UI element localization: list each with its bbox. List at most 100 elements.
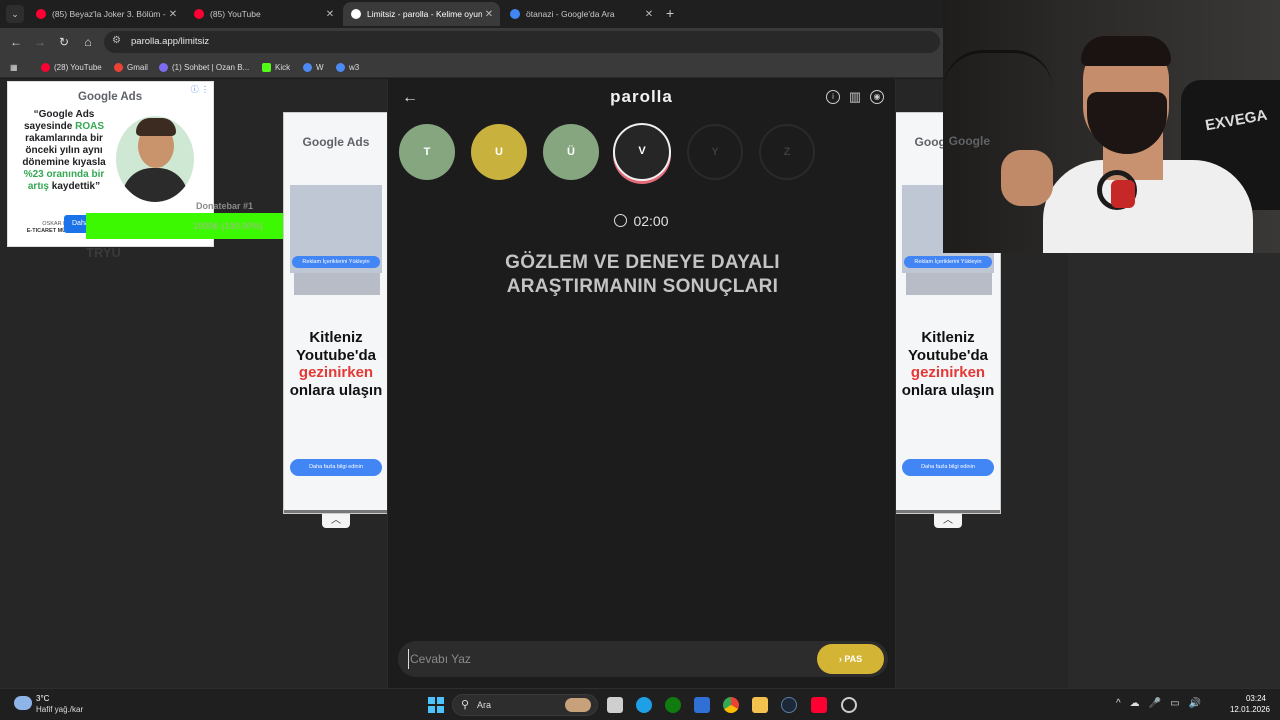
chevron-right-icon: › (838, 654, 842, 664)
side-ad-left[interactable]: Google Ads Reklam İçeriklerini Yükleyin … (283, 112, 389, 514)
file-explorer-icon[interactable] (752, 697, 768, 713)
google-ads-logo: Google Ads (78, 91, 143, 103)
letter-circle-t: T (399, 124, 455, 180)
answer-input[interactable] (408, 649, 808, 669)
profile-icon[interactable]: ◉ (870, 90, 884, 104)
forward-icon[interactable]: → (32, 34, 48, 50)
obs-icon[interactable] (841, 697, 857, 713)
tab-beyaz-joker[interactable]: (85) Beyaz'la Joker 3. Bölüm - Y ✕ (28, 2, 184, 26)
kick-favicon-icon (262, 62, 271, 72)
bookmark-w[interactable]: W (303, 61, 324, 73)
close-tab-icon[interactable]: ✕ (323, 9, 337, 20)
ad-headline: Kitleniz Youtube'da gezinirken onlara ulaşı… (901, 329, 995, 399)
bookmark-label: Gmail (127, 62, 148, 72)
bookmark-kick[interactable]: Kick (262, 61, 290, 73)
address-bar[interactable]: ⚙ parolla.app/limitsiz (104, 31, 940, 53)
home-icon[interactable]: ⌂ (80, 34, 96, 50)
steam-icon[interactable] (781, 697, 797, 713)
youtube-app-icon[interactable] (811, 697, 827, 713)
tab-youtube[interactable]: (85) YouTube ✕ (186, 2, 341, 26)
youtube-favicon-icon (41, 62, 50, 72)
ad-chip: Reklam İçeriklerini Yükleyin (292, 256, 380, 268)
reload-icon[interactable]: ↻ (56, 34, 72, 50)
clothes-rack (943, 50, 1053, 140)
task-view-icon[interactable] (607, 697, 623, 713)
letter-circle-z: Z (759, 124, 815, 180)
ad-cta-button[interactable]: Daha fazla bilgi edinin (902, 459, 994, 476)
bookmark-w3[interactable]: w3 (336, 61, 359, 73)
search-label: Ara (477, 700, 492, 710)
ad-info-icon[interactable]: ⓘ ⋮ (191, 84, 209, 95)
close-tab-icon[interactable]: ✕ (482, 9, 496, 20)
twitch-favicon-icon (159, 62, 168, 72)
letter-circle-v-current: V (613, 123, 671, 181)
clock-icon (614, 214, 628, 227)
clock-time[interactable]: 03:24 (1246, 694, 1266, 703)
weather-description[interactable]: Hafif yağ./kar (36, 705, 83, 714)
timer-value: 02:00 (633, 213, 669, 229)
gmail-favicon-icon (114, 62, 123, 72)
page-background-right (1068, 253, 1280, 688)
close-tab-icon[interactable]: ✕ (166, 9, 180, 20)
bookmark-gmail[interactable]: Gmail (114, 61, 148, 73)
tab-title: (85) Beyaz'la Joker 3. Bölüm - Y (52, 9, 166, 19)
w-favicon-icon (303, 62, 312, 72)
google-favicon-icon (510, 9, 520, 19)
url-text[interactable]: parolla.app/limitsiz (131, 36, 209, 47)
bookmark-youtube[interactable]: (28) YouTube (41, 61, 102, 73)
tab-search-button[interactable]: ⌄ (6, 5, 24, 23)
xbox-icon[interactable] (665, 697, 681, 713)
new-tab-button[interactable]: + (666, 6, 674, 20)
tab-google-search[interactable]: ötanazi - Google'da Ara ✕ (502, 2, 660, 26)
ad-phone-image (294, 273, 380, 295)
bookmark-label: W (316, 62, 324, 72)
bookmarks-bar: ▦ (28) YouTube Gmail (1) Sohbet | Ozan B… (0, 56, 943, 78)
answer-bar: › PAS (398, 641, 888, 677)
apps-grid-icon[interactable]: ▦ (10, 61, 18, 73)
collapse-ad-chevron-icon[interactable]: ︿ (322, 514, 350, 528)
webcam-overlay: EXVEGA Google (943, 0, 1280, 253)
stats-icon[interactable]: ▥ (848, 90, 862, 104)
letter-circle-u: U (471, 124, 527, 180)
parolla-favicon-icon (351, 9, 361, 19)
search-icon: ⚲ (461, 699, 470, 711)
youtube-favicon-icon (36, 9, 46, 19)
tab-title: (85) YouTube (210, 9, 261, 19)
pass-button[interactable]: › PAS (817, 644, 884, 674)
back-icon[interactable]: ← (8, 34, 24, 50)
bookmark-sohbet[interactable]: (1) Sohbet | Ozan B... (159, 61, 249, 73)
tab-parolla[interactable]: Limitsiz - parolla - Kelime oyun ✕ (343, 2, 500, 26)
streamer-hand (1001, 150, 1053, 206)
tab-strip: ⌄ (85) Beyaz'la Joker 3. Bölüm - Y ✕ (85… (0, 0, 943, 28)
bookmark-label: (1) Sohbet | Ozan B... (172, 62, 250, 72)
parolla-logo: parolla (610, 87, 673, 106)
parolla-game: ← parolla i ▥ ◉ T U Ü V Y Z 02:00 GÖZLEM… (387, 79, 896, 688)
overlay-tryu-text: TRYU (86, 245, 121, 260)
windows-taskbar: 3°C Hafif yağ./kar ⚲ Ara ^☁🎤▭🔊 03:24 12.… (0, 688, 1280, 720)
windows-start-icon[interactable] (428, 697, 444, 713)
youtube-favicon-icon (194, 9, 204, 19)
ad-person-photo (116, 116, 194, 202)
w3-favicon-icon (336, 62, 345, 72)
bookmark-label: Kick (275, 62, 291, 72)
mail-icon[interactable] (694, 697, 710, 713)
ad-headline: Kitleniz Youtube'da gezinirken onlara ulaşı… (289, 329, 383, 399)
ad-cta-button[interactable]: Daha fazla bilgi edinin (290, 459, 382, 476)
edge-icon[interactable] (636, 697, 652, 713)
clock-date[interactable]: 12.01.2026 (1230, 705, 1270, 714)
collapse-ad-chevron-icon[interactable]: ︿ (934, 514, 962, 528)
taskbar-search[interactable]: ⚲ Ara (452, 694, 598, 716)
info-icon[interactable]: i (826, 90, 840, 104)
system-tray[interactable]: ^☁🎤▭🔊 (1116, 698, 1210, 709)
ad-quote: “Google Ads sayesinde ROAS rakamlarında … (22, 109, 106, 192)
search-highlight-image (565, 698, 591, 712)
bookmark-label: w3 (349, 62, 360, 72)
site-info-icon[interactable]: ⚙ (112, 35, 121, 46)
weather-temperature[interactable]: 3°C (36, 694, 49, 703)
donate-label: Donatebar #1 (196, 201, 254, 211)
chrome-icon[interactable] (723, 697, 739, 713)
google-ads-logo: Google Ads (302, 135, 370, 149)
clue-text: GÖZLEM VE DENEYE DAYALI ARAŞTIRMANIN SONU… (505, 252, 780, 297)
weather-icon[interactable] (14, 696, 32, 710)
close-tab-icon[interactable]: ✕ (642, 9, 656, 20)
